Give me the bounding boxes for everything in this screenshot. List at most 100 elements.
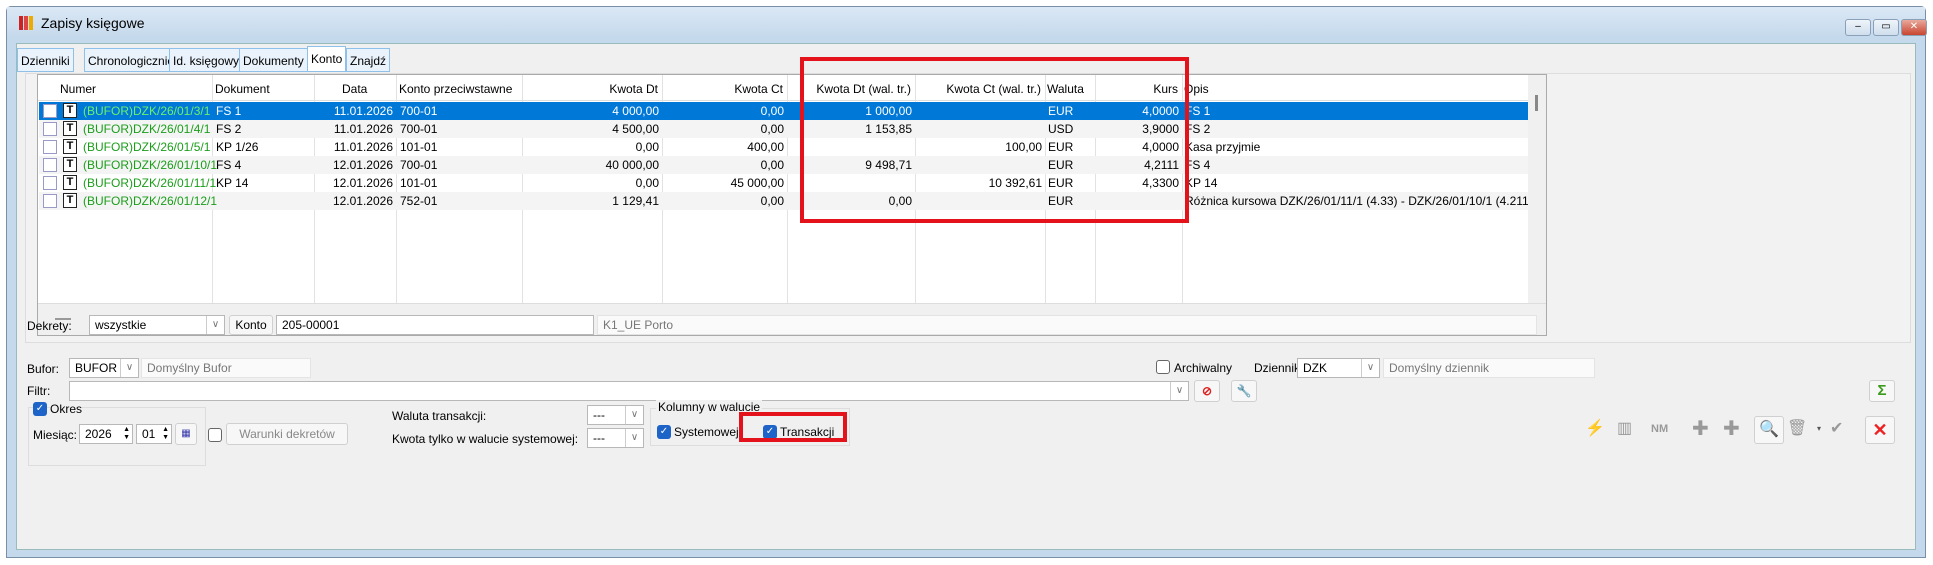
maximize-button[interactable]: ▭ (1873, 19, 1899, 36)
cell-dt: 40 000,00 (605, 158, 659, 172)
kwota-systemowa-select[interactable]: --- ∨ (587, 428, 644, 448)
table-row[interactable]: T (BUFOR)DZK/26/01/10/1 FS 4 12.01.2026 700… (39, 156, 1529, 174)
bufor-name: Domyślny Bufor (141, 358, 311, 378)
delete-button[interactable]: 🗑 (1787, 416, 1817, 444)
delete-dropdown-icon[interactable]: ▾ (1817, 424, 1821, 433)
okres-label: Okres (50, 402, 83, 416)
highlight-transakcji (739, 412, 847, 442)
table-row[interactable]: T (BUFOR)DZK/26/01/11/1 KP 14 12.01.2026 10… (39, 174, 1529, 192)
close-x-icon: ✕ (1872, 420, 1888, 440)
cell-dokument: FS 1 (216, 104, 242, 118)
cell-data: 11.01.2026 (333, 122, 393, 136)
col-numer[interactable]: Numer (60, 82, 96, 100)
tab-znajdz[interactable]: Znajdź (346, 48, 391, 72)
title-bar: Zapisy księgowe – ▭ ✕ (7, 7, 1927, 37)
type-icon: T (63, 121, 77, 136)
col-kwota-ct[interactable]: Kwota Ct (662, 82, 787, 100)
systemowej-checkbox[interactable]: ✓ (657, 425, 671, 439)
table-row[interactable]: T (BUFOR)DZK/26/01/5/1 KP 1/26 11.01.2026 1… (39, 138, 1529, 156)
cell-data: 12.01.2026 (332, 194, 393, 208)
chevron-down-icon: ∨ (120, 359, 138, 377)
row-checkbox[interactable] (43, 194, 57, 208)
cell-opis: Różnica kursowa DZK/26/01/11/1 (4.33) - … (1185, 194, 1530, 208)
cell-numer: (BUFOR)DZK/26/01/4/1 (83, 122, 211, 136)
row-checkbox[interactable] (43, 158, 57, 172)
cell-opis: FS 1 (1185, 104, 1211, 118)
dekrety-select[interactable]: wszystkie ∨ (89, 315, 225, 335)
row-checkbox[interactable] (43, 176, 57, 190)
highlight-currency-columns (800, 57, 1189, 223)
tab-dzienniki[interactable]: Dzienniki (17, 48, 74, 72)
type-icon: T (63, 157, 77, 172)
nm-icon: NM (1651, 423, 1669, 435)
vertical-scrollbar[interactable] (1528, 75, 1546, 303)
col-dokument[interactable]: Dokument (215, 82, 270, 100)
waluta-transakcji-select[interactable]: --- ∨ (587, 405, 644, 425)
cell-ct: 0,00 (760, 122, 784, 136)
col-data[interactable]: Data (342, 82, 367, 100)
lightning-button[interactable]: ⚡ (1585, 416, 1615, 444)
cancel-button[interactable]: ✕ (1865, 416, 1895, 444)
cell-opis: FS 2 (1185, 122, 1211, 136)
row-checkbox[interactable] (43, 122, 57, 136)
table-row[interactable]: T (BUFOR)DZK/26/01/4/1 FS 2 11.01.2026 700-… (39, 120, 1529, 138)
cell-dokument: FS 2 (216, 122, 242, 136)
row-checkbox[interactable] (43, 140, 57, 154)
month-value: 01 (142, 427, 156, 441)
tab-dokumenty[interactable]: Dokumenty (239, 48, 308, 72)
binders-button[interactable]: ▥ (1617, 416, 1647, 444)
col-konto[interactable]: Konto przeciwstawne (399, 82, 512, 100)
confirm-button[interactable]: ✔ (1830, 416, 1860, 444)
warunki-checkbox[interactable] (208, 428, 222, 442)
dziennik-select[interactable]: DZK ∨ (1297, 358, 1380, 378)
okres-checkbox[interactable]: ✓ (33, 402, 47, 416)
col-kwota-dt[interactable]: Kwota Dt (522, 82, 662, 100)
cell-ct: 400,00 (747, 140, 784, 154)
bufor-label: Bufor: (27, 362, 60, 376)
type-icon: T (63, 103, 77, 118)
kwota-systemowa-label: Kwota tylko w walucie systemowej: (392, 432, 579, 446)
clear-filter-button[interactable]: ⊘ (1194, 380, 1220, 402)
plus-icon: ✚ (1723, 418, 1740, 440)
konto-input[interactable]: 205-00001 (276, 315, 594, 335)
year-value: 2026 (85, 427, 112, 441)
app-icon (19, 16, 35, 30)
binders-icon: ▥ (1617, 420, 1633, 437)
systemowej-label: Systemowej (674, 425, 739, 439)
minimize-button[interactable]: – (1845, 19, 1871, 36)
cell-ct: 0,00 (760, 158, 784, 172)
tab-id-ksiegowy[interactable]: Id. księgowy (169, 48, 244, 72)
cell-opis: KP 14 (1185, 176, 1218, 190)
filtr-input[interactable]: ∨ (69, 381, 1189, 401)
filter-settings-button[interactable]: 🔧 (1231, 380, 1257, 402)
archiwalny-checkbox[interactable] (1156, 360, 1170, 374)
table-row[interactable]: T (BUFOR)DZK/26/01/3/1 FS 1 11.01.2026 700-… (39, 102, 1529, 120)
year-spinner[interactable]: 2026 ▲ ▼ (79, 424, 133, 444)
tab-konto[interactable]: Konto (307, 46, 347, 72)
cell-konto: 101-01 (400, 140, 438, 154)
konto-button[interactable]: Konto (229, 315, 273, 335)
warunki-dekretow-button[interactable]: Warunki dekretów (226, 423, 348, 445)
cell-dt: 1 129,41 (612, 194, 659, 208)
row-checkbox[interactable] (43, 104, 57, 118)
preview-button[interactable]: 🔍 (1754, 416, 1784, 444)
close-window-button[interactable]: ✕ (1901, 19, 1927, 36)
spinner-arrows-icon: ▲ ▼ (123, 426, 130, 441)
calendar-button[interactable]: ▦ (175, 423, 197, 445)
add-button[interactable]: ✚ (1723, 416, 1753, 444)
cell-dt: 0,00 (635, 176, 659, 190)
table-row[interactable]: T (BUFOR)DZK/26/01/12/1 12.01.2026 752-01 1… (39, 192, 1530, 210)
tab-chronologicznie[interactable]: Chronologicznie (84, 48, 179, 72)
archiwalny-label: Archiwalny (1174, 361, 1233, 375)
bufor-select[interactable]: BUFOR ∨ (69, 358, 139, 378)
wrench-icon: 🔧 (1236, 384, 1252, 398)
nm-button[interactable]: NM (1651, 416, 1681, 444)
cell-konto: 752-01 (400, 194, 438, 208)
add-copy-button[interactable]: ✚ (1692, 416, 1722, 444)
month-spinner[interactable]: 01 ▲ ▼ (136, 424, 172, 444)
sum-button[interactable]: Σ (1869, 380, 1895, 402)
type-icon: T (63, 139, 77, 154)
cell-dt: 0,00 (635, 140, 659, 154)
chevron-down-icon: ∨ (206, 316, 224, 334)
dekrety-label: Dekrety: (27, 319, 72, 333)
